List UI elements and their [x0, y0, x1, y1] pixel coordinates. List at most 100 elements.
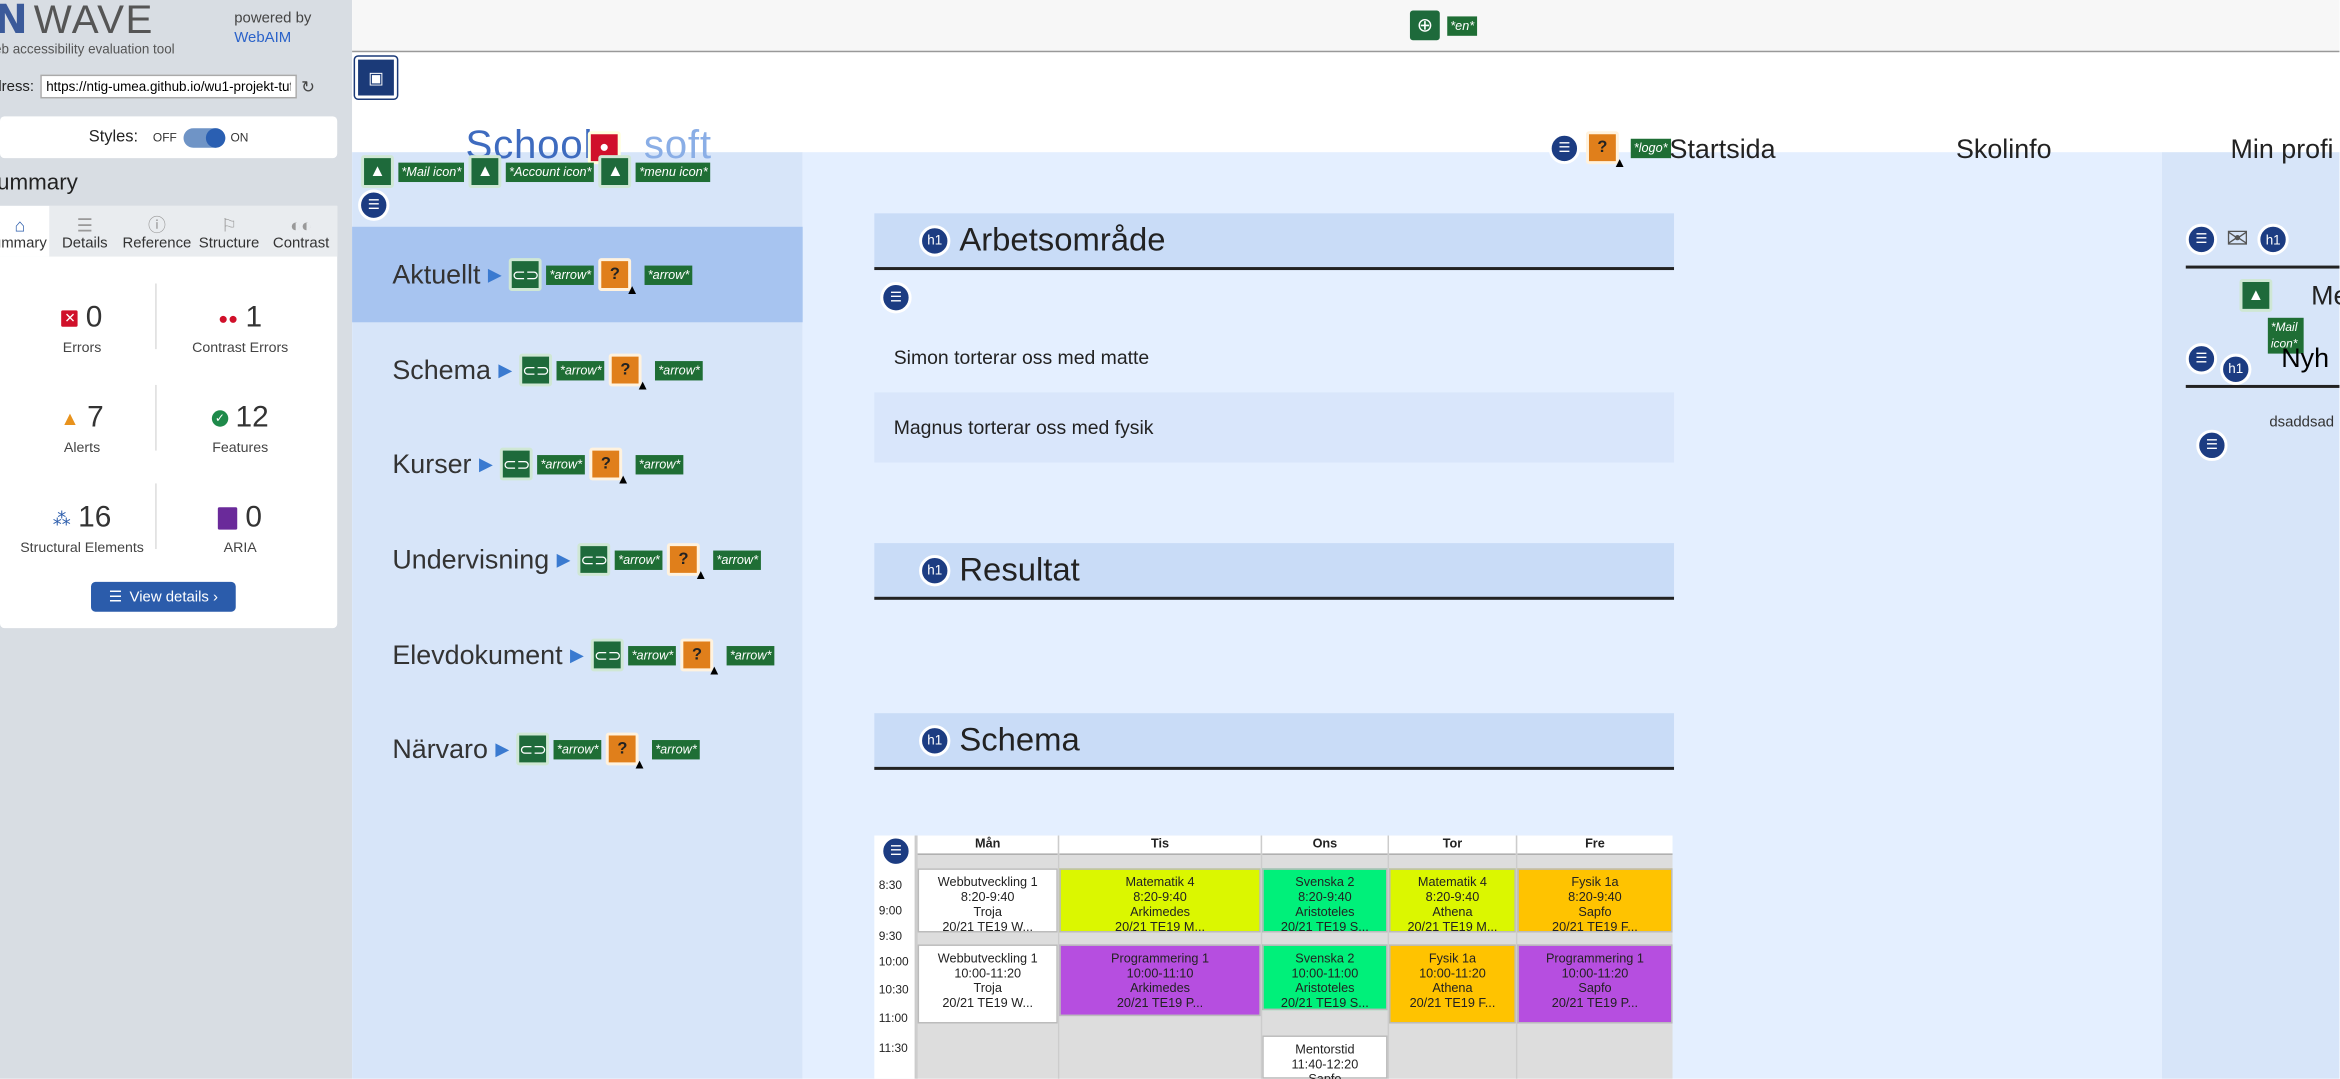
summary-title: ummary — [0, 170, 78, 196]
schedule-cell[interactable]: Mentorstid 11:40-12:20 Sapfo — [1262, 1035, 1388, 1079]
arrow-tag: *arrow* — [635, 454, 684, 474]
menu-label: Närvaro — [392, 733, 488, 764]
time-label: 10:30 — [878, 983, 909, 997]
cell-line: Svenska 2 — [1295, 874, 1355, 890]
globe-icon: ⊕ — [1409, 10, 1440, 41]
styles-toggle[interactable] — [182, 127, 225, 147]
error-icon: ✕ — [61, 310, 79, 327]
list-marker-icon[interactable]: ☰ — [2185, 342, 2218, 374]
schedule-cell[interactable]: Matematik 4 8:20-9:40 Arkimedes 20/21 TE19 … — [1059, 868, 1261, 934]
styles-on-label: ON — [230, 130, 249, 144]
h1-icon: h1 — [2220, 352, 2252, 385]
reload-icon[interactable]: ↻ — [301, 77, 315, 96]
cell-line: 20/21 TE19 M... — [1407, 919, 1498, 934]
menu-item-aktuellt[interactable]: Aktuellt▶ ⊂⊃*arrow* ?*arrow* — [352, 226, 803, 323]
structure-icon: ⁂ — [52, 508, 71, 529]
stat-alerts[interactable]: ▲ 7 Alerts — [0, 401, 164, 456]
schedule-cell[interactable]: Programmering 1 10:00-11:10 Arkimedes 20/21… — [1059, 944, 1261, 1017]
schedule-cell[interactable]: Programmering 1 10:00-11:20 Sapfo 20/21 TE1… — [1517, 944, 1673, 1024]
tab-details[interactable]: ☰ Details — [49, 206, 121, 257]
day-column: Tis Matematik 4 8:20-9:40 Arkimedes 20/21 TE… — [1057, 835, 1261, 1079]
menu-label: Aktuellt — [392, 258, 481, 289]
arrow-tag: *arrow* — [644, 264, 693, 285]
address-input[interactable] — [39, 74, 297, 99]
page-content: ⊕ *en* ▣ School soft ● ▲ *Mail icon* ▲ *Acc… — [352, 0, 2340, 1079]
news-item: Simon torterar oss med matte — [893, 346, 1150, 369]
stat-errors[interactable]: ✕ 0 Errors — [0, 301, 164, 357]
list-icon: ☰ — [76, 214, 93, 236]
arrow-tag: *arrow* — [655, 360, 703, 380]
schedule-cell[interactable]: Svenska 2 8:20-9:40 Aristoteles 20/21 TE19 … — [1262, 868, 1388, 934]
schedule-cell[interactable]: Fysik 1a 10:00-11:20 Athena 20/21 TE19 F... — [1389, 944, 1516, 1024]
list-marker-icon[interactable]: ☰ — [2196, 429, 2228, 462]
cell-line: 8:20-9:40 — [960, 889, 1015, 905]
image-icon[interactable]: ▲ — [468, 155, 502, 188]
schedule-cell[interactable]: Svenska 2 10:00-11:00 Aristoteles 20/21 TE1… — [1262, 944, 1388, 1011]
schedule-cell[interactable]: Fysik 1a 8:20-9:40 Sapfo 20/21 TE19 F... — [1517, 868, 1673, 934]
schedule-cell[interactable]: Webbutveckling 1 8:20-9:40 Troja 20/21 TE19… — [917, 868, 1058, 934]
image-icon[interactable]: ▲ — [2239, 279, 2273, 312]
section-resultat: h1 Resultat — [874, 543, 1675, 600]
stat-features[interactable]: ✓ 12 Features — [158, 401, 322, 457]
contrast-error-icon: ●● — [218, 309, 239, 328]
cell-line: 8:20-9:40 — [1298, 889, 1352, 905]
cell-line: Sapfo — [1308, 1071, 1342, 1079]
cell-line: Fysik 1a — [1571, 874, 1619, 890]
list-marker-icon[interactable]: ☰ — [2185, 223, 2218, 256]
image-icon[interactable]: ▲ — [598, 155, 632, 188]
stat-structural[interactable]: ⁂ 16 Structural Elements — [0, 501, 164, 556]
day-column: Tor Matematik 4 8:20-9:40 Athena 20/21 TE19 … — [1387, 835, 1516, 1079]
nav-min-profil[interactable]: Min profi — [2231, 134, 2334, 165]
section-title: Schema — [959, 720, 1080, 758]
time-label: 10:00 — [878, 954, 909, 969]
errors-count: 0 — [85, 301, 103, 335]
menu-item-kurser[interactable]: Kurser▶ ⊂⊃*arrow* ?*arrow* — [352, 416, 803, 511]
arrow-icon: ▶ — [487, 264, 502, 285]
list-marker-icon[interactable]: ☰ — [1548, 132, 1581, 164]
cell-line: Troja — [973, 904, 1002, 920]
cell-line: Matematik 4 — [1417, 874, 1487, 890]
tab-details-label: Details — [61, 235, 108, 253]
tab-contrast[interactable]: ◐◐ Contrast — [265, 206, 337, 257]
stat-contrast[interactable]: ●● 1 Contrast Errors — [158, 301, 322, 356]
nav-startsida[interactable]: Startsida — [1670, 134, 1776, 165]
header-icons-row: ▲ *Mail icon* ▲ *Account icon* ▲ *menu icon… — [361, 155, 711, 188]
view-details-label: View details › — [129, 588, 219, 606]
address-label: ddress: — [0, 78, 35, 95]
view-details-button[interactable]: ☰ View details › — [91, 581, 236, 612]
menu-item-schema[interactable]: Schema▶ ⊂⊃*arrow* ?*arrow* — [352, 322, 803, 417]
nav-skolinfo[interactable]: Skolinfo — [1956, 134, 2052, 165]
day-header: Ons — [1262, 835, 1388, 855]
language-indicator: ⊕ *en* — [1409, 10, 1478, 41]
topnav-icons: ☰ ? *logo* — [1548, 131, 1671, 170]
schedule-cell[interactable]: Webbutveckling 1 10:00-11:20 Troja 20/21 TE… — [917, 944, 1058, 1024]
list-marker-icon[interactable]: ☰ — [880, 835, 912, 867]
section-title: Resultat — [959, 550, 1080, 588]
arrow-tag: *arrow* — [652, 739, 700, 759]
list-marker-icon[interactable]: ☰ — [358, 189, 390, 221]
link-icon: ⊂⊃ — [591, 638, 625, 672]
image-icon[interactable]: ▲ — [361, 155, 394, 188]
aria-icon — [218, 507, 238, 530]
alert-icon[interactable]: ? — [1585, 131, 1626, 170]
section-arbetsomrade: h1 Arbetsområde — [874, 213, 1675, 271]
time-column: ☰ 8:30 9:00 9:30 10:00 10:30 11:00 11:30 — [874, 835, 917, 1079]
news-item: Magnus torterar oss med fysik — [874, 392, 1675, 463]
link-icon: ⊂⊃ — [516, 732, 550, 766]
webaim-link[interactable]: WebAIM — [234, 30, 291, 46]
section-title: Arbetsområde — [959, 220, 1166, 259]
tab-structure[interactable]: ⚐ Structure — [193, 206, 265, 257]
menu-item-elevdokument[interactable]: Elevdokument▶ ⊂⊃*arrow* ?*arrow* — [352, 607, 803, 702]
alert-icon: ? — [598, 258, 639, 297]
cell-line: 10:00-11:10 — [1126, 965, 1194, 981]
menu-item-narvaro[interactable]: Närvaro▶ ⊂⊃*arrow* ?*arrow* — [352, 701, 803, 796]
list-marker-icon[interactable]: ☰ — [880, 281, 912, 314]
tab-reference[interactable]: ⓘ Reference — [121, 206, 193, 257]
structural-label: Structural Elements — [20, 540, 144, 557]
schedule-cell[interactable]: Matematik 4 8:20-9:40 Athena 20/21 TE19 M..… — [1389, 868, 1516, 934]
menu-item-undervisning[interactable]: Undervisning▶ ⊂⊃*arrow* ?*arrow* — [352, 512, 803, 607]
cell-line: Arkimedes — [1130, 904, 1190, 920]
stat-aria[interactable]: 0 ARIA — [158, 501, 322, 557]
day-column: Mån Webbutveckling 1 8:20-9:40 Troja 20/21 T… — [916, 835, 1058, 1079]
tab-summary[interactable]: ⌂ummary — [0, 205, 49, 257]
